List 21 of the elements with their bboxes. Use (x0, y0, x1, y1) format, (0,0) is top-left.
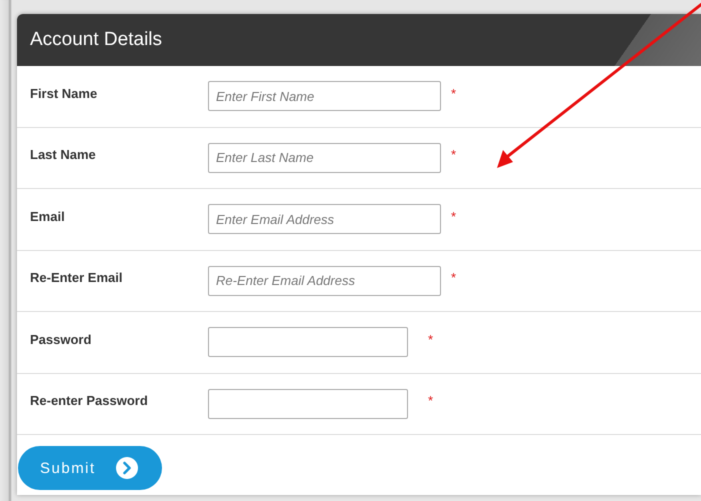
required-mark: * (451, 147, 456, 162)
field-label: Re-Enter Email (30, 270, 124, 286)
arrow-right-icon (116, 457, 138, 479)
password-field[interactable] (208, 327, 408, 358)
field-label: First Name (30, 86, 98, 101)
required-mark: * (428, 332, 434, 347)
password-field[interactable] (208, 388, 408, 419)
text-field[interactable]: Enter Email Address (208, 204, 441, 234)
field-label: Last Name (30, 147, 97, 162)
field-label: Password (30, 332, 92, 347)
required-mark: * (451, 208, 456, 224)
field-label: Email (30, 208, 66, 224)
text-field[interactable]: Re-Enter Email Address (208, 266, 441, 296)
submit-button[interactable]: Submit (18, 446, 162, 490)
field-label: Re-enter Password (30, 393, 149, 408)
required-mark: * (428, 393, 434, 408)
text-field[interactable]: Enter First Name (208, 81, 441, 112)
required-mark: * (451, 270, 456, 286)
required-mark: * (451, 86, 456, 101)
text-field[interactable]: Enter Last Name (208, 142, 441, 173)
panel-title: Account Details (30, 29, 162, 51)
